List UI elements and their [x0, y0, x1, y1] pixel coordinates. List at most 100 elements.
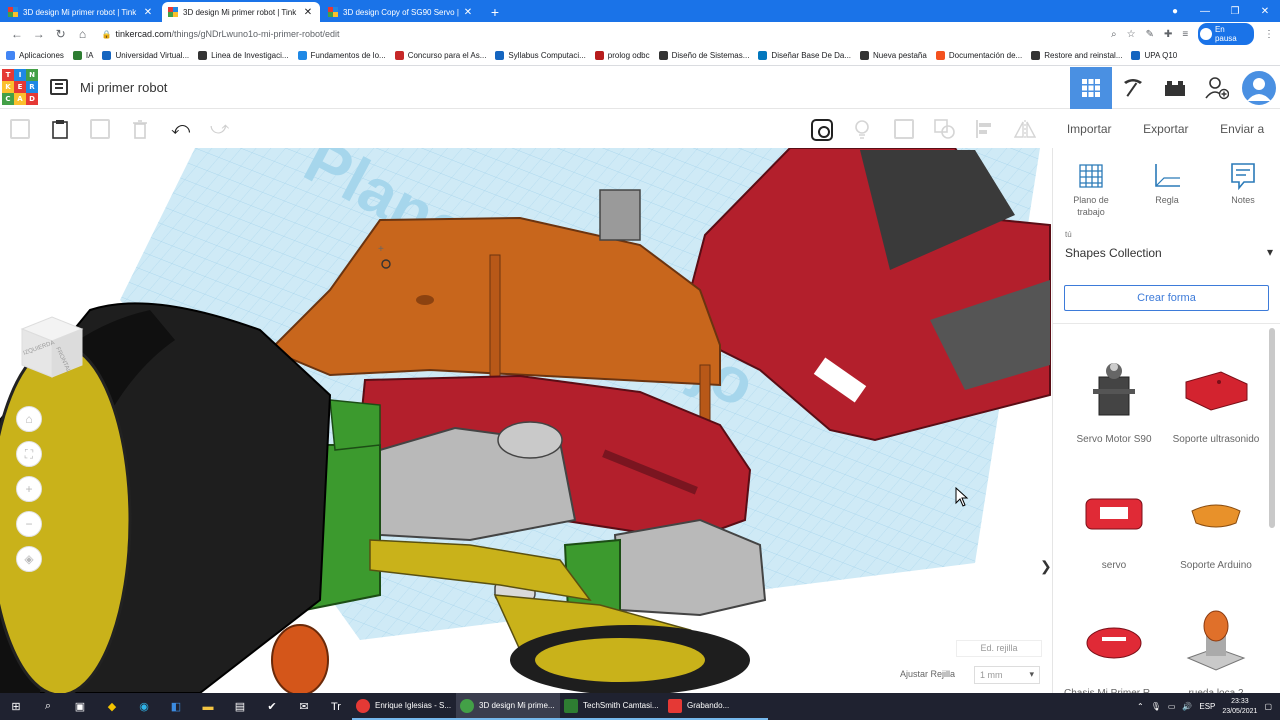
- notifications-icon[interactable]: ▢: [1264, 702, 1272, 711]
- profile-paused-button[interactable]: En pausa: [1198, 23, 1254, 45]
- bookmark-item[interactable]: prolog odbc: [594, 51, 650, 60]
- panel-scrollbar[interactable]: [1269, 328, 1275, 528]
- edit-grid-button[interactable]: Ed. rejilla: [956, 640, 1042, 657]
- task-view-icon[interactable]: ▣: [64, 693, 96, 720]
- zoom-icon[interactable]: ⌕: [1111, 29, 1117, 40]
- browser-tab[interactable]: 3D design Mi primer robot | Tink ✕: [2, 2, 160, 22]
- mail-icon[interactable]: ✉: [288, 693, 320, 720]
- project-title[interactable]: Mi primer robot: [80, 80, 167, 95]
- bookmark-star-icon[interactable]: ☆: [1127, 29, 1136, 40]
- bookmark-item[interactable]: Restore and reinstal...: [1031, 51, 1122, 60]
- mirror-icon[interactable]: [1013, 119, 1037, 139]
- shape-tile[interactable]: Soporte ultrasonido: [1166, 344, 1266, 445]
- url-field[interactable]: 🔒 tinkercad.com/things/gNDrLwuno1o-mi-pr…: [101, 24, 1105, 44]
- ungroup-icon[interactable]: [934, 119, 955, 139]
- export-button[interactable]: Exportar: [1143, 122, 1188, 136]
- zoom-in-icon[interactable]: +: [16, 476, 42, 502]
- reading-list-icon[interactable]: ≡: [1182, 29, 1188, 40]
- light-bulb-icon[interactable]: [852, 119, 872, 139]
- browser-tab-active[interactable]: 3D design Mi primer robot | Tink ✕: [162, 2, 320, 22]
- minimize-icon[interactable]: —: [1190, 6, 1220, 17]
- collapse-panel-icon[interactable]: ❯: [1040, 558, 1052, 575]
- edge-icon[interactable]: ◉: [128, 693, 160, 720]
- close-tab-icon[interactable]: ✕: [462, 7, 474, 18]
- copy-icon[interactable]: [10, 119, 30, 139]
- vscode-icon[interactable]: ◧: [160, 693, 192, 720]
- pen-icon[interactable]: ✎: [1146, 29, 1154, 40]
- tray-chevron-icon[interactable]: ⌃: [1137, 702, 1144, 711]
- workplane-tool[interactable]: Plano de trabajo: [1061, 158, 1121, 224]
- taskbar-app-active[interactable]: 3D design Mi prime...: [456, 693, 560, 720]
- ruler-tool[interactable]: Regla: [1137, 158, 1197, 224]
- browser-tab[interactable]: 3D design Copy of SG90 Servo | ✕: [322, 2, 480, 22]
- bookmark-item[interactable]: Diseñar Base De Da...: [758, 51, 851, 60]
- bookmark-item[interactable]: Nueva pestaña: [860, 51, 927, 60]
- browser-menu-icon[interactable]: ⋮: [1264, 29, 1274, 40]
- store-icon[interactable]: ▤: [224, 693, 256, 720]
- redo-icon[interactable]: ⤻: [210, 118, 229, 139]
- user-avatar[interactable]: [1240, 69, 1278, 107]
- language-indicator[interactable]: ESP: [1199, 702, 1215, 711]
- show-all-icon[interactable]: [811, 119, 833, 141]
- shape-tile[interactable]: Servo Motor S90: [1064, 344, 1164, 445]
- design-list-icon[interactable]: [50, 79, 68, 95]
- view-cube[interactable]: IZQUIERDA FRONTAL: [18, 313, 86, 379]
- close-tab-icon[interactable]: ✕: [142, 7, 154, 18]
- file-explorer-icon[interactable]: ▬: [192, 693, 224, 720]
- taskbar-app[interactable]: TechSmith Camtasi...: [560, 693, 664, 720]
- 3d-workplane-viewport[interactable]: Plano de trabajo: [0, 148, 1052, 693]
- windows-start-icon[interactable]: ⊞: [0, 693, 32, 720]
- fit-view-icon[interactable]: ⛶: [16, 441, 42, 467]
- shape-library-select[interactable]: Shapes Collection: [1065, 245, 1273, 260]
- bookmark-item[interactable]: Fundamentos de lo...: [297, 51, 386, 60]
- microphone-icon[interactable]: 🎙: [1151, 702, 1161, 711]
- shape-tile[interactable]: rueda loca 2: [1166, 598, 1266, 699]
- bookmark-item[interactable]: Aplicaciones: [6, 51, 64, 60]
- bookmark-item[interactable]: Documentación de...: [935, 51, 1022, 60]
- extensions-icon[interactable]: ✚: [1164, 29, 1172, 40]
- shape-tile[interactable]: Chasis Mi Primer Robot: [1064, 598, 1164, 699]
- notes-tool[interactable]: Notes: [1213, 158, 1273, 224]
- network-icon[interactable]: ▭: [1168, 702, 1176, 711]
- visual-studio-icon[interactable]: ◆: [96, 693, 128, 720]
- blocks-view-button[interactable]: [1112, 67, 1154, 109]
- back-icon[interactable]: ←: [6, 27, 28, 41]
- clock[interactable]: 23:33 23/05/2021: [1222, 697, 1257, 717]
- bookmark-item[interactable]: Universidad Virtual...: [102, 51, 189, 60]
- volume-icon[interactable]: 🔊: [1182, 702, 1192, 711]
- home-icon[interactable]: ⌂: [72, 27, 94, 41]
- search-icon[interactable]: ⌕: [32, 693, 64, 720]
- bookmark-item[interactable]: IA: [72, 51, 93, 60]
- send-to-button[interactable]: Enviar a: [1220, 122, 1264, 136]
- perspective-icon[interactable]: ◈: [16, 546, 42, 572]
- delete-icon[interactable]: [130, 119, 150, 139]
- bookmark-item[interactable]: Linea de Investigaci...: [198, 51, 289, 60]
- record-icon[interactable]: ●: [1160, 6, 1190, 17]
- paste-icon[interactable]: [50, 119, 70, 139]
- bricks-view-button[interactable]: [1154, 67, 1196, 109]
- taskbar-app[interactable]: Enrique Iglesias - S...: [352, 693, 456, 720]
- typora-icon[interactable]: Tr: [320, 693, 352, 720]
- import-button[interactable]: Importar: [1067, 122, 1112, 136]
- shape-tile[interactable]: servo: [1064, 470, 1164, 571]
- new-tab-button[interactable]: +: [484, 2, 506, 22]
- taskbar-app[interactable]: Grabando...: [664, 693, 768, 720]
- forward-icon[interactable]: →: [28, 27, 50, 41]
- home-view-icon[interactable]: ⌂: [16, 406, 42, 432]
- create-shape-button[interactable]: Crear forma: [1064, 285, 1269, 311]
- close-tab-icon[interactable]: ✕: [302, 7, 314, 18]
- app-icon[interactable]: ✔: [256, 693, 288, 720]
- bookmark-item[interactable]: Diseño de Sistemas...: [658, 51, 749, 60]
- snap-grid-select[interactable]: 1 mm: [974, 666, 1040, 684]
- duplicate-icon[interactable]: [90, 119, 110, 139]
- shape-tile[interactable]: Soporte Arduino: [1166, 470, 1266, 571]
- zoom-out-icon[interactable]: −: [16, 511, 42, 537]
- add-user-button[interactable]: [1196, 67, 1238, 109]
- undo-icon[interactable]: ⤺: [171, 118, 190, 139]
- bookmark-item[interactable]: Syllabus Computaci...: [495, 51, 586, 60]
- bookmark-item[interactable]: UPA Q10: [1131, 51, 1177, 60]
- close-window-icon[interactable]: ✕: [1250, 6, 1280, 17]
- 3d-view-button[interactable]: [1070, 67, 1112, 109]
- align-icon[interactable]: [975, 119, 995, 139]
- reload-icon[interactable]: ↻: [50, 27, 72, 41]
